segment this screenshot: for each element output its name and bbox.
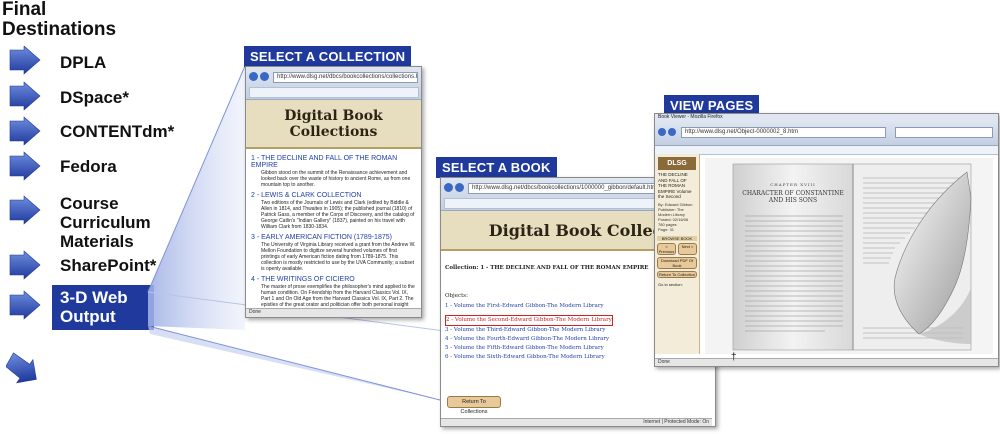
collection-browser-window: http://www.dlsg.net/dbcs/bookcollections… [245,66,422,318]
funnel-shape [148,66,245,330]
return-to-collections-button[interactable]: Return To Collections [447,396,501,415]
return-to-collection-button[interactable]: Return To Collection [657,270,697,278]
status-bar: Done [246,308,421,317]
chapter-title: CHARACTER OF CONSTANTINE AND HIS SONS [742,190,844,204]
collection-link[interactable]: 3 - EARLY AMERICAN FICTION (1789-1875) [251,234,416,241]
browser-toolbar: http://www.dlsg.net/Object-0000002_8.htm [655,121,998,146]
browser-toolbar: http://www.dlsg.net/dbcs/bookcollections… [246,67,421,100]
search-box[interactable] [895,127,993,138]
panel-tag-select-collection: SELECT A COLLECTION [244,46,412,67]
collection-desc: Two editions of the Journals of Lewis an… [261,200,415,230]
book-info-sidebar: DLSG THE DECLINE AND FALL OF THE ROMAN E… [655,154,700,354]
open-book-illustration [732,163,972,351]
window-title-bar: Book Viewer - Mozilla Firefox [655,114,998,121]
collection-link[interactable]: 1 - THE DECLINE AND FALL OF THE ROMAN EM… [251,155,416,169]
browse-book-label: BROWSE BOOK [657,235,697,241]
chapter-head: CHAPTER XVIII [770,182,816,187]
address-bar[interactable]: http://www.dlsg.net/dbcs/bookcollections… [468,183,673,194]
back-icon[interactable] [249,72,258,81]
forward-icon[interactable] [455,183,464,192]
address-bar[interactable]: http://www.dlsg.net/dbcs/bookcollections… [273,72,418,83]
cursor-icon: † [731,352,737,363]
collection-link[interactable]: 2 - LEWIS & CLARK COLLECTION [251,192,416,199]
pages-browser-window: Book Viewer - Mozilla Firefox http://www… [654,113,999,367]
collection-link[interactable]: 4 - THE WRITINGS OF CICIERO [251,276,416,283]
back-icon[interactable] [658,128,666,136]
page-nav: < Previous Next > [657,242,697,255]
next-page-button[interactable]: Next > [678,242,697,255]
back-icon[interactable] [444,183,453,192]
open-book-viewer: CHAPTER XVIII CHARACTER OF CONSTANTINE A… [705,158,993,354]
forward-icon[interactable] [260,72,269,81]
download-pdf-button[interactable]: Download PDF Of Book [657,256,697,269]
forward-icon[interactable] [668,128,676,136]
collection-desc: Gibbon stood on the summit of the Renais… [261,170,411,188]
funnel-edge-line [147,325,441,401]
collection-banner: Digital Book Collections [246,100,421,149]
previous-page-button[interactable]: < Previous [657,242,676,255]
address-bar[interactable]: http://www.dlsg.net/Object-0000002_8.htm [681,127,886,138]
goto-section-label: Go to section: [658,281,683,287]
bookmarks-bar [655,146,998,155]
collection-list: 1 - THE DECLINE AND FALL OF THE ROMAN EM… [246,149,421,316]
volume-link-selected[interactable]: 2 - Volume the Second-Edward Gibbon-The … [445,315,613,326]
book-title: THE DECLINE AND FALL OF THE ROMAN EMPIRE… [658,172,692,199]
dlsg-logo: DLSG [658,157,696,170]
book-meta: By: Edward Gibbon Publisher: The Modern … [658,201,693,232]
tab-strip [249,87,419,98]
collection-desc: The University of Virginia Library recei… [261,242,416,272]
status-bar: Done [655,358,998,366]
panel-tag-select-book: SELECT A BOOK [436,157,557,178]
status-bar: Internet | Protected Mode: On [441,418,712,426]
